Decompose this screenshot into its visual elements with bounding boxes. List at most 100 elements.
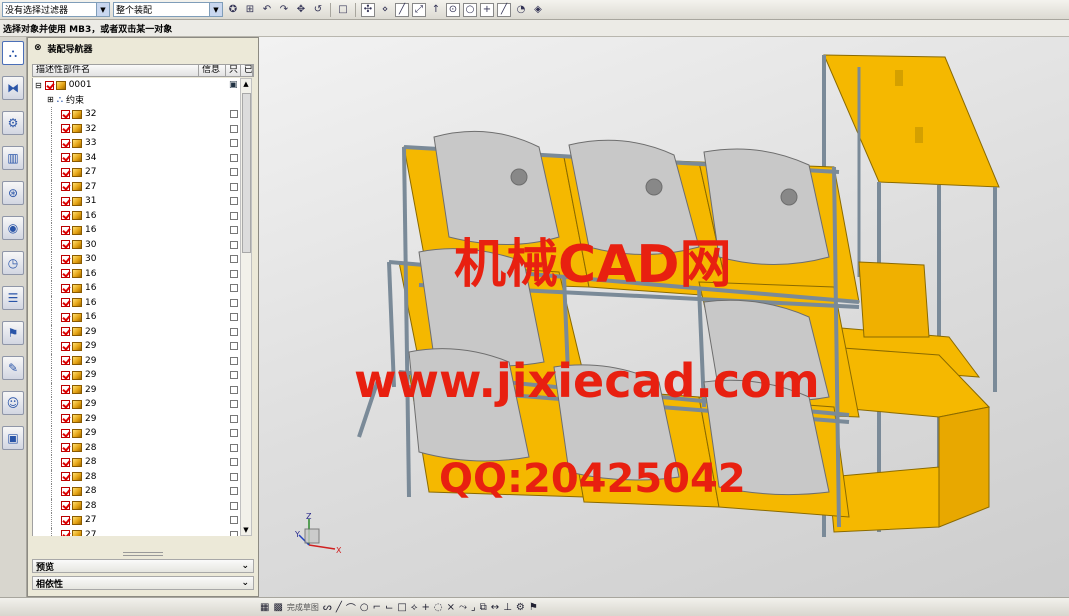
tree-component-row[interactable]: 30 [33, 252, 240, 267]
graphics-window[interactable]: 机械CAD网 www.jixiecad.com QQ:20425042 Z Y … [259, 37, 1069, 597]
tree-component-row[interactable]: 29 [33, 426, 240, 441]
diagonal-icon[interactable]: ╱ [497, 2, 511, 17]
tree-component-row[interactable]: 16 [33, 281, 240, 296]
corner-icon[interactable]: ⌟ [471, 602, 476, 613]
checkbox-icon[interactable] [61, 515, 70, 525]
readonly-checkbox[interactable] [230, 240, 238, 249]
3d-model-view[interactable]: 机械CAD网 www.jixiecad.com QQ:20425042 Z Y … [259, 37, 1069, 597]
snap-point-icon[interactable]: ✣ [361, 2, 375, 17]
readonly-checkbox[interactable] [230, 443, 238, 452]
checkbox-icon[interactable] [61, 530, 70, 536]
tree-root-row[interactable]: ⊟ 0001 ▣ [33, 78, 240, 93]
polygon-icon[interactable]: ⟡ [411, 602, 418, 613]
tree-component-row[interactable]: 30 [33, 237, 240, 252]
tree-component-row[interactable]: 32 [33, 107, 240, 122]
manufacturing-wizard-icon[interactable]: ✎ [2, 356, 24, 380]
readonly-checkbox[interactable] [230, 110, 238, 119]
readonly-checkbox[interactable] [230, 139, 238, 148]
measure-icon[interactable]: ◔ [514, 3, 528, 17]
checkbox-icon[interactable] [44, 80, 54, 90]
tree-component-row[interactable]: 28 [33, 498, 240, 513]
tree-component-row[interactable]: 29 [33, 397, 240, 412]
readonly-checkbox[interactable] [230, 487, 238, 496]
readonly-checkbox[interactable] [230, 327, 238, 336]
pan-icon[interactable]: ✥ [294, 3, 308, 17]
tree-scrollbar[interactable]: ▲ ▼ [240, 78, 252, 536]
tree-component-row[interactable]: 16 [33, 310, 240, 325]
readonly-checkbox[interactable] [230, 124, 238, 133]
checkbox-icon[interactable] [61, 196, 70, 206]
scrollbar-thumb[interactable] [242, 93, 251, 253]
checkbox-icon[interactable] [61, 327, 70, 337]
checkbox-icon[interactable] [61, 167, 70, 177]
checkbox-icon[interactable] [61, 486, 70, 496]
checkbox-icon[interactable] [61, 501, 70, 511]
checkbox-icon[interactable] [61, 298, 70, 308]
rotate-icon[interactable]: ↺ [311, 3, 325, 17]
dimension-icon[interactable]: ↔ [491, 602, 499, 613]
collapse-icon[interactable]: ⊟ [35, 81, 42, 90]
checkbox-icon[interactable] [61, 312, 70, 322]
readonly-checkbox[interactable] [230, 472, 238, 481]
checkbox-icon[interactable] [61, 240, 70, 250]
checkbox-icon[interactable] [61, 414, 70, 424]
checkbox-icon[interactable] [61, 254, 70, 264]
fillet-icon[interactable]: ⌐ [373, 602, 381, 613]
checkbox-icon[interactable] [61, 269, 70, 279]
tree-component-row[interactable]: 27 [33, 513, 240, 528]
readonly-checkbox[interactable] [230, 211, 238, 220]
tree-component-row[interactable]: 33 [33, 136, 240, 151]
checkbox-icon[interactable] [61, 211, 70, 221]
plus-icon[interactable]: + [480, 2, 494, 17]
tree-component-row[interactable]: 29 [33, 411, 240, 426]
tree-component-row[interactable]: 28 [33, 484, 240, 499]
line-icon[interactable]: ╱ [395, 2, 409, 17]
sketch-icon[interactable]: ▦ [260, 602, 269, 613]
reuse-library-icon[interactable]: ▥ [2, 146, 24, 170]
arc-icon[interactable]: ⌒ [346, 600, 356, 615]
dependencies-section[interactable]: 相依性 ⌄ [32, 576, 254, 590]
extend-icon[interactable]: ⤳ [459, 602, 467, 613]
tree-component-row[interactable]: 16 [33, 223, 240, 238]
checkbox-icon[interactable] [61, 283, 70, 293]
readonly-checkbox[interactable] [230, 197, 238, 206]
scroll-up-icon[interactable]: ▲ [241, 79, 251, 89]
general-selection-icon[interactable]: ✪ [226, 3, 240, 17]
tree-component-row[interactable]: 28 [33, 440, 240, 455]
checkbox-icon[interactable] [61, 370, 70, 380]
column-header-name[interactable]: 描述性部件名 [33, 65, 199, 76]
undo-icon[interactable]: ↶ [260, 3, 274, 17]
process-studio-icon[interactable]: ⚑ [2, 321, 24, 345]
point-icon[interactable]: + [421, 602, 429, 613]
tree-component-row[interactable]: 32 [33, 121, 240, 136]
checkbox-icon[interactable] [61, 341, 70, 351]
profile-icon[interactable]: ᔕ [323, 602, 332, 613]
readonly-checkbox[interactable] [230, 269, 238, 278]
tree-component-row[interactable]: 29 [33, 382, 240, 397]
readonly-checkbox[interactable] [230, 153, 238, 162]
tree-component-row[interactable]: 31 [33, 194, 240, 209]
tree-component-row[interactable]: 16 [33, 208, 240, 223]
checkbox-icon[interactable] [61, 109, 70, 119]
splitter-handle[interactable] [123, 552, 163, 556]
readonly-checkbox[interactable] [230, 342, 238, 351]
finish-sketch-label[interactable]: 完成草图 [287, 602, 319, 613]
checkbox-icon[interactable] [61, 225, 70, 235]
tree-component-row[interactable]: 29 [33, 353, 240, 368]
circle-icon[interactable]: ○ [360, 602, 369, 613]
readonly-checkbox[interactable] [230, 226, 238, 235]
checkbox-icon[interactable] [61, 138, 70, 148]
column-header-info[interactable]: 信息 [199, 65, 226, 76]
system-materials-icon[interactable]: ☰ [2, 286, 24, 310]
tree-constraints-row[interactable]: ⊞ ⛬ 约束 [33, 93, 240, 108]
clock-icon[interactable]: ◷ [2, 251, 24, 275]
readonly-checkbox[interactable] [230, 501, 238, 510]
finish-sketch-icon[interactable]: ▩ [273, 602, 282, 613]
center-icon[interactable]: ○ [463, 2, 477, 17]
checkbox-icon[interactable] [61, 356, 70, 366]
column-header-modified[interactable]: 已 [241, 65, 253, 76]
web-browser-icon[interactable]: ⊛ [2, 181, 24, 205]
history-icon[interactable]: ◉ [2, 216, 24, 240]
pin-icon[interactable]: ⊗ [34, 43, 42, 53]
readonly-checkbox[interactable] [230, 356, 238, 365]
